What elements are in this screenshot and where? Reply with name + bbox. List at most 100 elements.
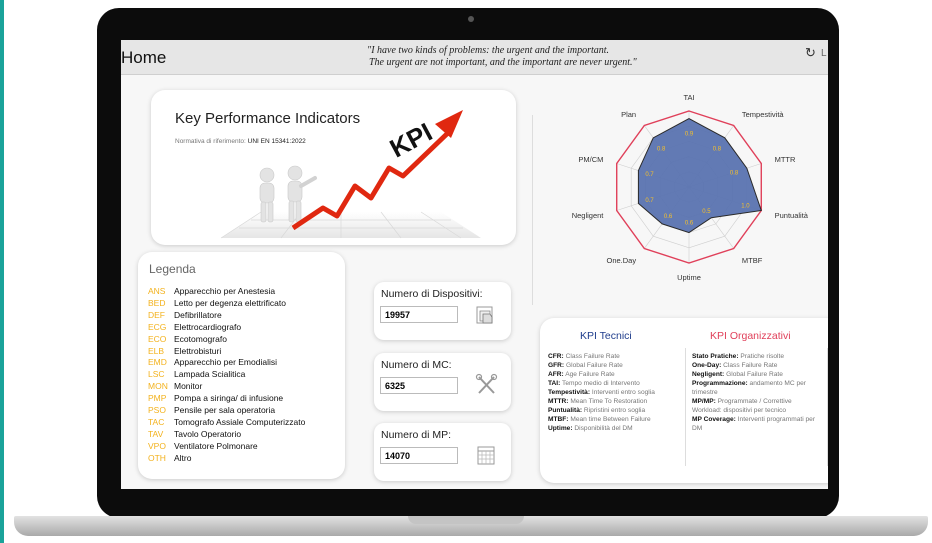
kpi-radar-chart: TAI Tempestività MTTR Puntualità MTBF Uptime O… — [572, 93, 809, 282]
stat-card-devices: Numero di Dispositivi: 19957 — [374, 282, 511, 340]
radar-value-label: 0.8 — [657, 147, 666, 153]
radar-axis-label: PM/CM — [578, 155, 603, 164]
radar-axis-label: Plan — [621, 110, 636, 119]
kpi-tecnici-list: CFR: Class Failure Rate GFR: Global Failu… — [548, 352, 682, 433]
kpi-abbr: Tempestività: — [548, 389, 591, 396]
growth-arrowhead — [435, 110, 463, 138]
refresh-label[interactable]: L — [821, 48, 827, 59]
organizzativi-item: One-Day: Class Failure Rate — [692, 361, 824, 370]
tecnici-item: AFR: Age Failure Rate — [548, 370, 682, 379]
legend-item: DEF Defibrillatore — [148, 310, 305, 322]
legend-item: VPO Ventilatore Polmonare — [148, 441, 305, 453]
legend-label: Monitor — [174, 381, 203, 392]
legend-item: ANS Apparecchio per Anestesia — [148, 286, 305, 298]
quote-line-2: The urgent are not important, and the im… — [369, 57, 637, 68]
radar-value-label: 0.6 — [685, 221, 694, 227]
kpi-header-card: Key Performance Indicators Normativa di … — [151, 90, 516, 245]
legend-code: VPO — [148, 440, 166, 451]
radar-axis-label: Puntualità — [775, 211, 809, 220]
legend-label: Tavolo Operatorio — [174, 428, 242, 439]
legend-label: Lampada Scialitica — [174, 369, 246, 380]
kpi-abbr: MTBF: — [548, 416, 569, 423]
legend-label: Defibrillatore — [174, 309, 222, 320]
legend-card: Legenda ANS Apparecchio per Anestesia BED L… — [138, 252, 345, 479]
kpi-organizzativi-title: KPI Organizzativi — [710, 330, 791, 342]
legend-label: Ecotomografo — [174, 333, 227, 344]
open-folder-icon[interactable] — [474, 302, 498, 326]
kpi-banner-text: KPI — [385, 117, 437, 164]
legend-code: OTH — [148, 452, 166, 463]
organizzativi-item: MP/MP: Programmate / Correttive — [692, 397, 824, 406]
kpi-abbr: Negligent: — [692, 371, 725, 378]
legend-code: PSO — [148, 405, 166, 416]
kpi-description: Class Failure Rate — [565, 353, 620, 360]
legend-code: ECO — [148, 333, 167, 344]
tecnici-item: Puntualità: Ripristini entro soglia — [548, 406, 682, 415]
kpi-description: Interventi entro soglia — [591, 389, 655, 396]
kpi-description: Workload: dispositivi per tecnico — [692, 407, 787, 414]
legend-code: ANS — [148, 286, 166, 296]
mc-count-label: Numero di MC: — [381, 359, 452, 371]
calendar-icon[interactable] — [474, 443, 498, 467]
tecnici-item: MTBF: Mean time Between Failure — [548, 415, 682, 424]
tecnici-item: Tempestività: Interventi entro soglia — [548, 388, 682, 397]
top-bar: Home "I have two kinds of problems: the … — [121, 40, 828, 75]
legend-item: BED Letto per degenza elettrificato — [148, 298, 305, 310]
kpi-tecnici-title: KPI Tecnici — [580, 330, 632, 342]
section-divider — [532, 115, 533, 305]
kpi-abbr: One-Day: — [692, 362, 722, 369]
kpi-description: Ripristini entro soglia — [583, 407, 646, 414]
radar-axis-label: MTTR — [775, 155, 796, 164]
devices-count-field[interactable]: 19957 — [380, 306, 458, 323]
kpi-abbr: CFR: — [548, 353, 564, 360]
kpi-abbr: Programmazione: — [692, 380, 748, 387]
legend-code: TAC — [148, 416, 165, 427]
radar-value-label: 0.5 — [702, 209, 711, 215]
legend-title: Legenda — [149, 262, 196, 276]
grid-floor — [220, 211, 481, 239]
kpi-description: Mean Time To Restoration — [570, 398, 648, 405]
legend-code: BED — [148, 297, 166, 308]
tecnici-item: TAI: Tempo medio di Intervento — [548, 379, 682, 388]
kpi-abbr: AFR: — [548, 371, 564, 378]
devices-count-label: Numero di Dispositivi: — [381, 288, 483, 300]
radar-series-area — [637, 118, 762, 234]
kpi-abbr: Uptime: — [548, 425, 573, 432]
tools-icon[interactable] — [474, 373, 498, 397]
kpi-abbr: MTTR: — [548, 398, 569, 405]
legend-label: Pompa a siringa/ di infusione — [174, 393, 284, 404]
refresh-icon[interactable]: ↻ — [805, 45, 816, 61]
legend-label: Pensile per sala operatoria — [174, 405, 276, 416]
kpi-organizzativi-list: Stato Pratiche: Pratiche risolte One-Day:… — [692, 352, 824, 433]
radar-axis-label: Tempestività — [742, 110, 785, 119]
radar-axis-label: Negligent — [572, 211, 605, 220]
legend-label: Tomografo Assiale Computerizzato — [174, 416, 306, 427]
mp-count-field[interactable]: 14070 — [380, 447, 458, 464]
legend-item: LSC Lampada Scialitica — [148, 369, 305, 381]
laptop-notch — [408, 516, 524, 524]
radar-axis-label: Uptime — [677, 273, 701, 282]
mc-count-field[interactable]: 6325 — [380, 377, 458, 394]
legend-item: PSO Pensile per sala operatoria — [148, 405, 305, 417]
radar-axis-label: One.Day — [606, 256, 636, 265]
radar-value-label: 0.8 — [730, 170, 739, 176]
kpi-abbr: TAI: — [548, 380, 561, 387]
kpi-description: Age Failure Rate — [565, 371, 615, 378]
stat-card-mp: Numero di MP: 14070 — [374, 423, 511, 481]
background-edge — [0, 0, 4, 543]
organizzativi-item: MP Coverage: Interventi programmati per … — [692, 415, 824, 433]
kpi-abbr: Stato Pratiche: — [692, 353, 739, 360]
quote: "I have two kinds of problems: the urgen… — [367, 45, 637, 69]
legend-item: ECG Elettrocardiografo — [148, 322, 305, 334]
legend-item: TAC Tomografo Assiale Computerizzato — [148, 417, 305, 429]
tecnici-item: GFR: Global Failure Rate — [548, 361, 682, 370]
organizzativi-item: Negligent: Global Failure Rate — [692, 370, 824, 379]
stat-card-mc: Numero di MC: 6325 — [374, 353, 511, 411]
organizzativi-item: Stato Pratiche: Pratiche risolte — [692, 352, 824, 361]
legend-item: MON Monitor — [148, 381, 305, 393]
organizzativi-item: Workload: dispositivi per tecnico — [692, 406, 824, 415]
radar-value-label: 0.7 — [645, 198, 654, 204]
legend-code: ELB — [148, 345, 165, 356]
kpi-growth-illustration: KPI — [220, 110, 481, 239]
kpi-description: Pratiche risolte — [740, 353, 785, 360]
